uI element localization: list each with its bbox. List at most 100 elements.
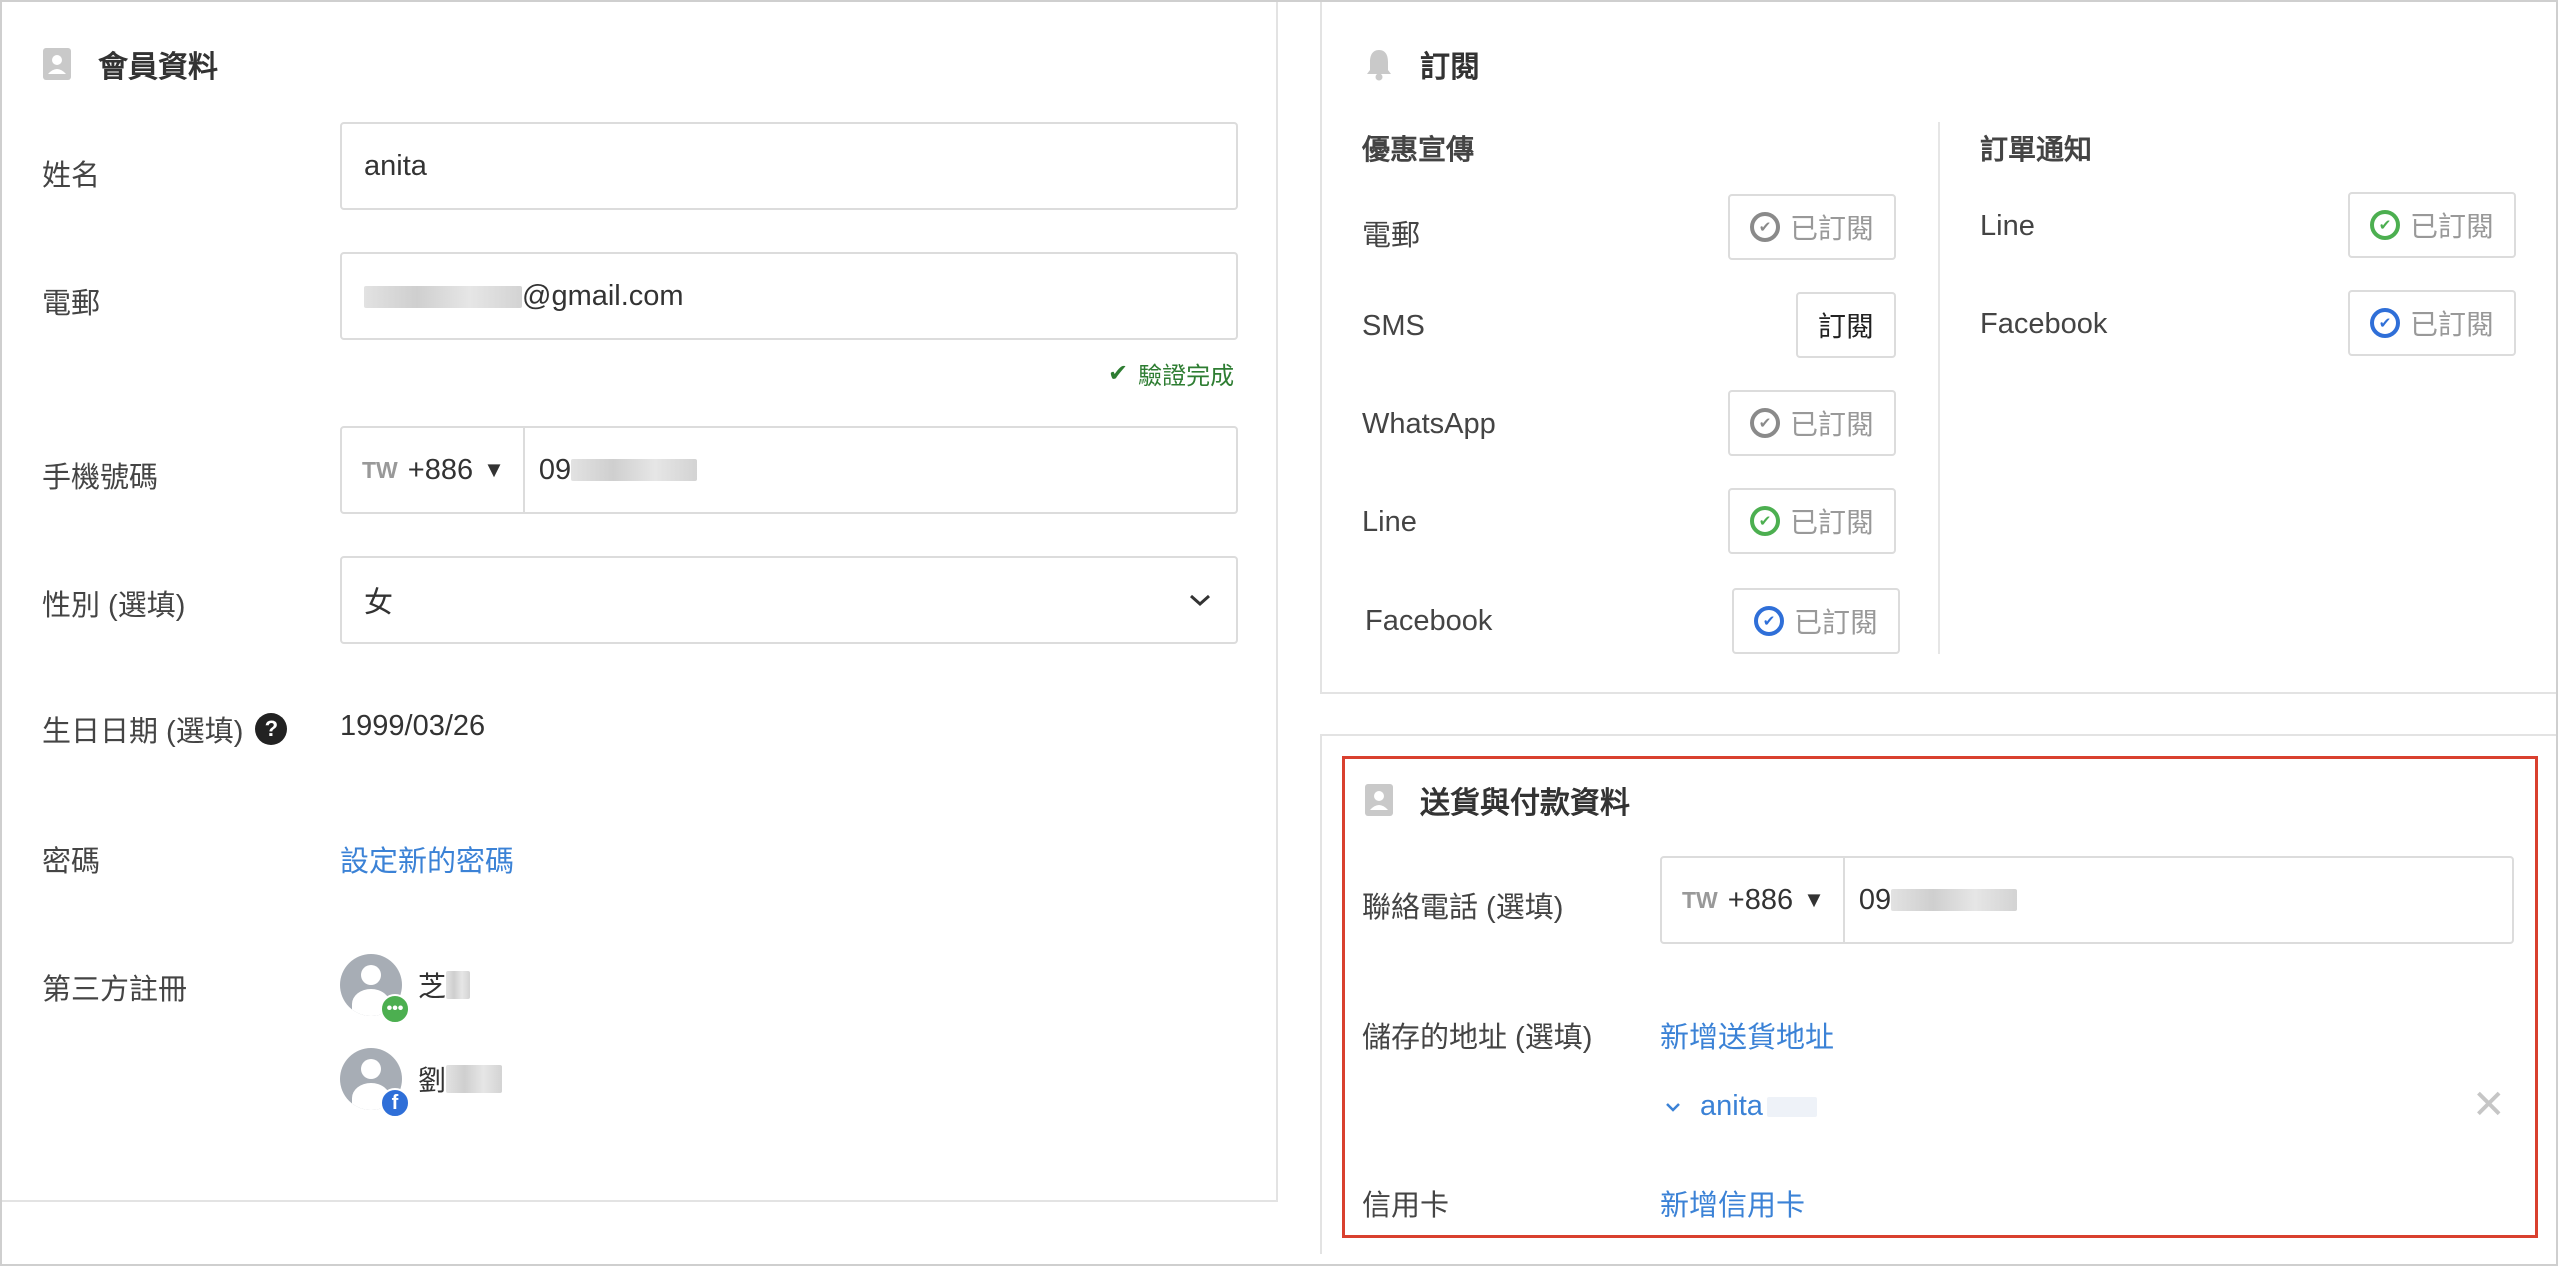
saved-address-name: anita	[1700, 1090, 1763, 1122]
line-account-name: 芝	[418, 971, 447, 1002]
line-icon: •••	[380, 994, 410, 1024]
promo-line-subscribed-button[interactable]: ✔ 已訂閱	[1728, 488, 1896, 554]
name-input[interactable]: anita	[340, 122, 1238, 210]
mobile-number-field[interactable]: 09	[525, 428, 1236, 512]
highlight-box	[1342, 756, 2538, 1238]
redacted-email-user	[364, 285, 522, 308]
mobile-input: TW +886 ▼ 09	[340, 426, 1238, 514]
add-shipping-address-link[interactable]: 新增送貨地址	[1660, 1014, 1834, 1056]
button-label: 已訂閱	[1793, 607, 1878, 638]
contact-phone-label: 聯絡電話 (選填)	[1362, 892, 1564, 924]
button-label: 已訂閱	[1789, 409, 1874, 440]
saved-address-item[interactable]: anita	[1664, 1090, 1817, 1123]
set-new-password-link[interactable]: 設定新的密碼	[340, 838, 514, 880]
shipping-payment-title: 送貨與付款資料	[1364, 778, 1630, 822]
facebook-account-name: 劉	[418, 1065, 447, 1096]
saved-address-label: 儲存的地址 (選填)	[1362, 1022, 1593, 1054]
phone-number-prefix: 09	[1858, 883, 1892, 916]
third-party-label: 第三方註冊	[42, 974, 188, 1006]
order-line-subscribed-button[interactable]: ✔ 已訂閱	[2348, 192, 2516, 258]
promo-email-label: 電郵	[1362, 220, 1421, 252]
order-line-label: Line	[1980, 210, 2035, 242]
avatar: f	[340, 1048, 410, 1118]
redacted-name	[446, 1065, 503, 1093]
check-circle-icon: ✔	[1749, 408, 1780, 438]
name-label: 姓名	[42, 160, 101, 192]
birthday-label-text: 生日日期 (選填)	[42, 716, 244, 748]
third-party-line-account: ••• 芝	[340, 954, 471, 1024]
birthday-label: 生日日期 (選填) ?	[42, 708, 288, 750]
promo-facebook-subscribed-button[interactable]: ✔ 已訂閱	[1732, 588, 1900, 654]
member-info-title: 會員資料	[42, 42, 218, 86]
promo-facebook-label: Facebook	[1365, 605, 1493, 637]
caret-down-icon: ▼	[483, 457, 505, 482]
contact-phone-field[interactable]: 09	[1845, 858, 2512, 942]
bell-icon	[1367, 50, 1391, 81]
password-label: 密碼	[42, 846, 101, 878]
subscription-title-text: 訂閱	[1420, 51, 1480, 84]
caret-down-icon: ▼	[1803, 887, 1825, 912]
member-info-panel: 會員資料 姓名 anita 電郵 @gmail.com ✔ 驗證完成 手機號碼 …	[2, 2, 1278, 1202]
promo-sms-subscribe-button[interactable]: 訂閱	[1796, 292, 1896, 358]
redacted-name	[446, 971, 471, 999]
button-label: 已訂閱	[2409, 309, 2494, 340]
check-circle-icon: ✔	[2369, 210, 2400, 240]
facebook-icon: f	[380, 1088, 410, 1118]
avatar: •••	[340, 954, 410, 1024]
check-icon: ✔	[1108, 360, 1129, 387]
promo-email-subscribed-button[interactable]: ✔ 已訂閱	[1728, 194, 1896, 260]
chevron-down-icon	[1666, 1102, 1680, 1112]
button-label: 已訂閱	[1789, 213, 1874, 244]
country-code-select[interactable]: TW +886 ▼	[1662, 858, 1845, 942]
country-code-select[interactable]: TW +886 ▼	[342, 428, 525, 512]
promo-line-label: Line	[1362, 506, 1417, 538]
member-info-title-text: 會員資料	[98, 51, 218, 84]
column-divider	[1938, 122, 1940, 654]
order-column-header: 訂單通知	[1980, 134, 2093, 165]
credit-card-label: 信用卡	[1362, 1190, 1450, 1222]
contact-card-icon	[43, 48, 71, 80]
birthday-value: 1999/03/26	[340, 710, 486, 742]
mobile-label: 手機號碼	[42, 462, 159, 494]
check-circle-icon: ✔	[1749, 212, 1780, 242]
gender-label: 性別 (選填)	[42, 590, 186, 622]
check-circle-icon: ✔	[2369, 308, 2400, 338]
mobile-number-prefix: 09	[538, 453, 572, 486]
chevron-down-icon	[1190, 594, 1210, 607]
verified-text: 驗證完成	[1138, 363, 1235, 390]
third-party-facebook-account: f 劉	[340, 1048, 503, 1118]
redacted-mobile-digits	[571, 459, 698, 481]
gender-value: 女	[364, 587, 394, 619]
email-label: 電郵	[42, 288, 101, 320]
email-domain: @gmail.com	[522, 279, 684, 312]
dial-code: +886	[407, 453, 474, 486]
dial-code: +886	[1727, 883, 1794, 916]
name-input-value: anita	[364, 149, 427, 182]
email-input[interactable]: @gmail.com	[340, 252, 1238, 340]
help-icon[interactable]: ?	[255, 713, 288, 745]
email-input-value: @gmail.com	[342, 280, 684, 313]
redacted-phone-digits	[1891, 889, 2018, 911]
country-code: TW	[362, 456, 398, 483]
button-label: 已訂閱	[1789, 507, 1874, 538]
email-verified-status: ✔ 驗證完成	[1108, 356, 1234, 391]
shipping-payment-title-text: 送貨與付款資料	[1420, 787, 1630, 820]
country-code: TW	[1682, 886, 1718, 913]
contact-phone-input: TW +886 ▼ 09	[1660, 856, 2514, 944]
promo-whatsapp-label: WhatsApp	[1362, 408, 1496, 440]
redacted-address-name	[1766, 1096, 1817, 1117]
remove-address-icon[interactable]: ✕	[2472, 1082, 2506, 1128]
subscription-title: 訂閱	[1364, 42, 1480, 86]
order-facebook-subscribed-button[interactable]: ✔ 已訂閱	[2348, 290, 2516, 356]
order-facebook-label: Facebook	[1980, 308, 2108, 340]
promo-sms-label: SMS	[1362, 310, 1425, 342]
check-circle-icon: ✔	[1753, 606, 1784, 636]
button-label: 已訂閱	[2409, 211, 2494, 242]
promo-whatsapp-subscribed-button[interactable]: ✔ 已訂閱	[1728, 390, 1896, 456]
promo-column-header: 優惠宣傳	[1362, 134, 1475, 165]
gender-select[interactable]: 女	[340, 556, 1238, 644]
contact-card-icon	[1365, 784, 1393, 816]
check-circle-icon: ✔	[1749, 506, 1780, 536]
button-label: 訂閱	[1817, 311, 1874, 342]
add-credit-card-link[interactable]: 新增信用卡	[1660, 1182, 1805, 1224]
